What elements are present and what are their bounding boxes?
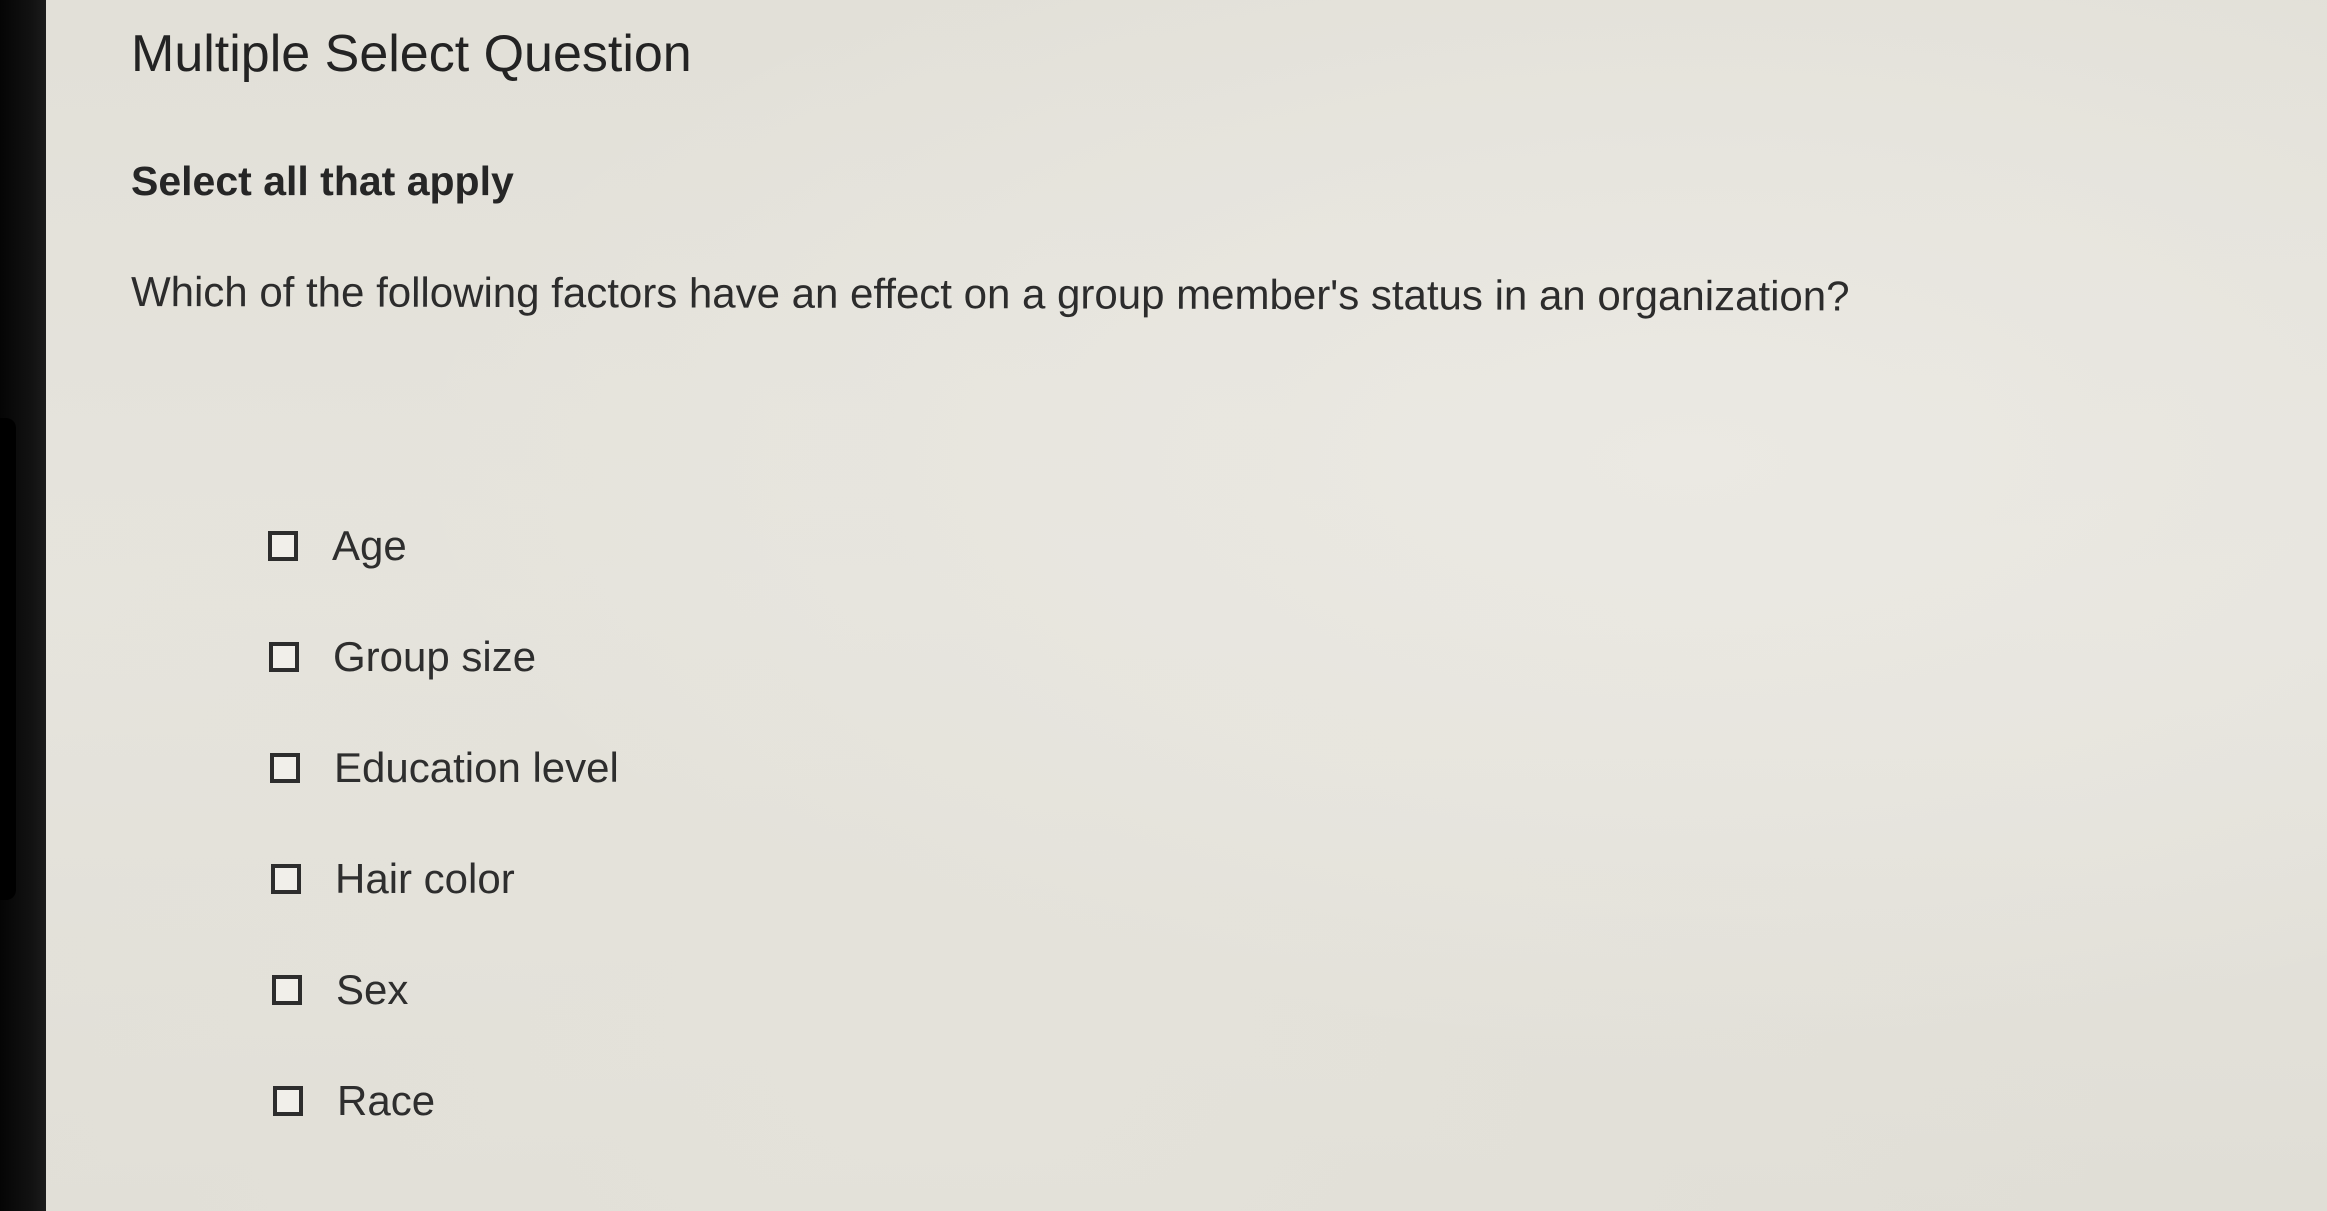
checkbox-icon[interactable] [270, 752, 300, 783]
answer-option-label: Group size [333, 632, 537, 680]
monitor-bezel [0, 0, 46, 1211]
bezel-edge [0, 418, 16, 900]
answer-option-label: Hair color [335, 854, 515, 902]
answer-option-label: Age [332, 521, 407, 569]
answer-option-sex[interactable]: Sex [272, 934, 619, 1045]
checkbox-icon[interactable] [272, 974, 302, 1005]
answer-option-education-level[interactable]: Education level [270, 712, 619, 823]
answer-option-race[interactable]: Race [273, 1045, 619, 1156]
checkbox-icon[interactable] [268, 530, 298, 561]
answer-option-group-size[interactable]: Group size [269, 601, 619, 712]
question-prompt: Which of the following factors have an e… [130, 268, 1850, 320]
answer-option-hair-color[interactable]: Hair color [271, 823, 619, 934]
answer-option-label: Sex [336, 965, 409, 1013]
answer-option-label: Education level [334, 743, 619, 791]
question-instruction: Select all that apply [131, 158, 514, 204]
answer-options: Age Group size Education level Hair colo… [268, 490, 619, 1156]
question-type-title: Multiple Select Question [131, 25, 692, 83]
answer-option-label: Race [337, 1076, 436, 1124]
checkbox-icon[interactable] [271, 863, 301, 894]
checkbox-icon[interactable] [273, 1085, 303, 1116]
question-screen: Multiple Select Question Select all that… [46, 0, 2327, 1211]
checkbox-icon[interactable] [269, 641, 299, 672]
answer-option-age[interactable]: Age [268, 490, 619, 601]
